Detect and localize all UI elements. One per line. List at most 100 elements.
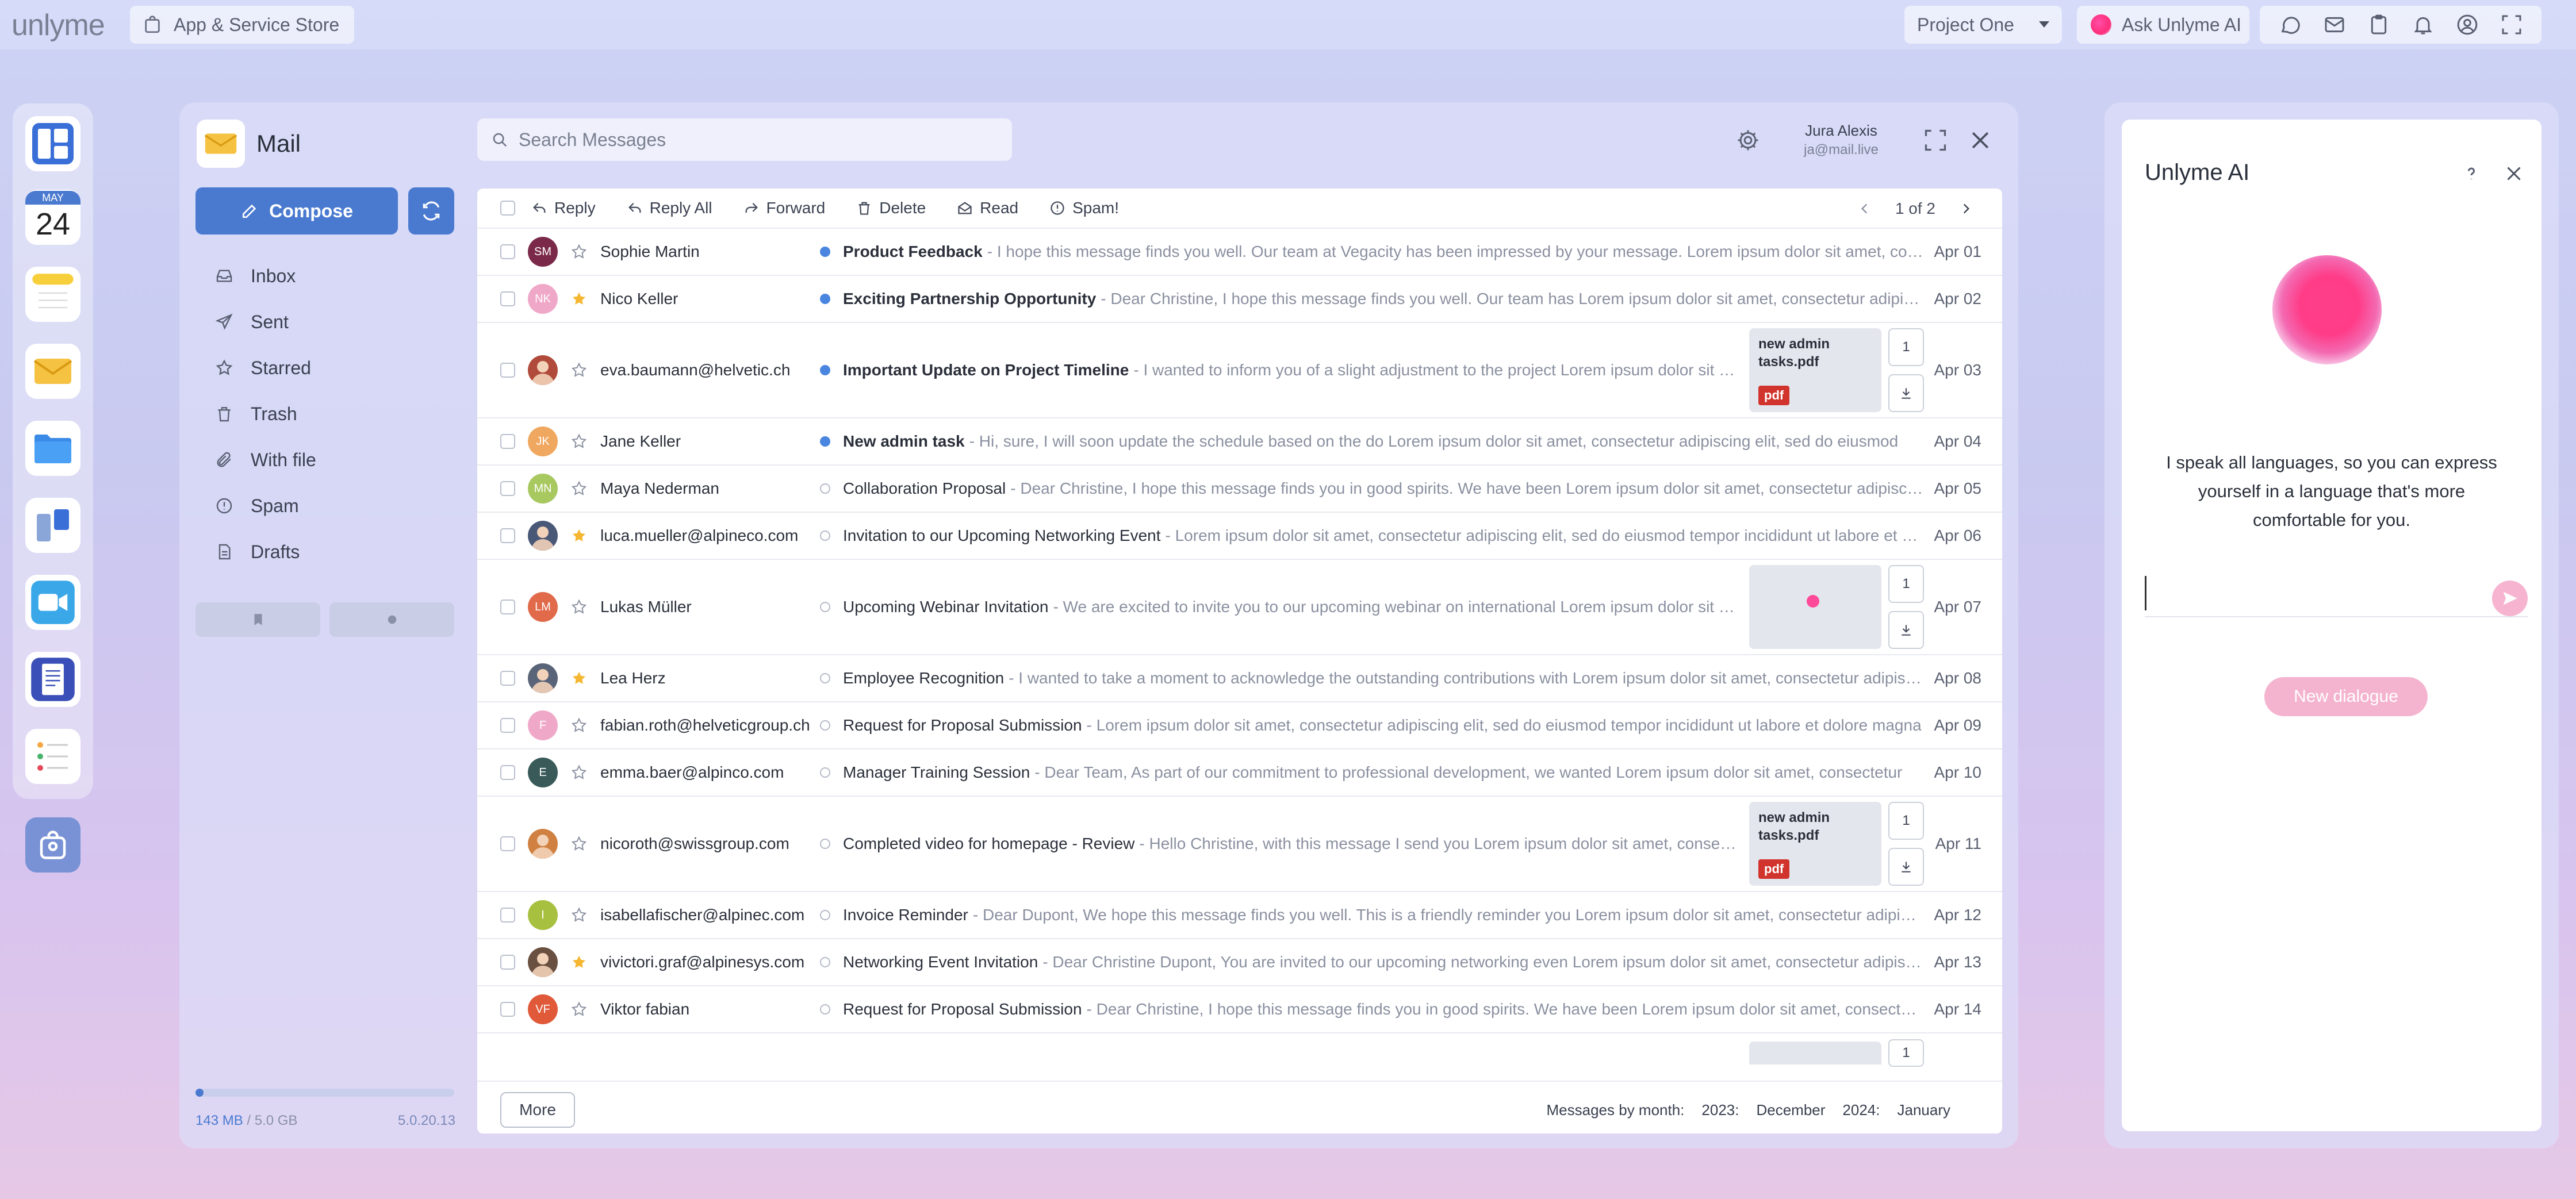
dashboard-app-icon[interactable] [25,116,80,171]
row-checkbox[interactable] [500,244,515,259]
folder-starred[interactable]: Starred [195,345,454,391]
message-row[interactable]: Eemma.baer@alpinco.com Manager Training S… [477,750,2002,797]
message-row[interactable]: JK Jane Keller New admin task - Hi, sure, … [477,418,2002,466]
user-profile-icon[interactable] [2452,10,2482,40]
message-row[interactable]: NK Nico Keller Exciting Partnership Opport… [477,276,2002,323]
unread-dot-icon[interactable] [820,294,830,304]
close-icon[interactable] [2504,163,2524,184]
star-outline-icon[interactable] [570,835,588,852]
read-dot-icon[interactable] [820,839,830,849]
help-icon[interactable] [2461,163,2482,184]
download-icon[interactable] [1888,611,1924,649]
message-row[interactable]: luca.mueller@alpineco.com Invitation to o… [477,513,2002,560]
star-outline-icon[interactable] [570,906,588,924]
folder-spam[interactable]: Spam [195,483,454,529]
folder-with-file[interactable]: With file [195,437,454,483]
tasks-app-icon[interactable] [25,729,80,784]
documents-app-icon[interactable] [25,652,80,707]
mail-icon[interactable] [2320,10,2349,40]
send-button[interactable] [2492,581,2528,616]
star-outline-icon[interactable] [570,433,588,450]
read-dot-icon[interactable] [820,1004,830,1014]
more-button[interactable]: More [500,1092,575,1128]
attachment-count[interactable]: 1 [1888,328,1924,366]
read-dot-icon[interactable] [820,531,830,541]
read-dot-icon[interactable] [820,957,830,967]
read-dot-icon[interactable] [820,720,830,731]
star-filled-icon[interactable] [570,954,588,971]
image-attachment[interactable] [1749,565,1881,649]
row-checkbox[interactable] [500,836,515,851]
month-2024-link[interactable]: January [1897,1101,1951,1119]
read-dot-icon[interactable] [820,673,830,683]
row-checkbox[interactable] [500,718,515,733]
row-checkbox[interactable] [500,765,515,780]
attachment-count[interactable]: 1 [1888,565,1924,603]
fullscreen-icon[interactable] [2497,10,2527,40]
star-outline-icon[interactable] [570,598,588,616]
star-outline-icon[interactable] [570,764,588,781]
bell-icon[interactable] [2408,10,2438,40]
unlyme-logo[interactable]: unlyme [12,8,105,43]
message-row[interactable]: Iisabellafischer@alpinec.com Invoice Remi… [477,892,2002,939]
dot-filter[interactable] [329,602,454,637]
delete-button[interactable]: Delete [856,199,926,217]
pdf-attachment[interactable]: new admin tasks.pdf pdf [1749,328,1881,412]
project-selector[interactable]: Project One [1904,6,2062,44]
message-row[interactable]: Lea Herz Employee Recognition - I wanted … [477,655,2002,702]
read-dot-icon[interactable] [820,910,830,920]
reply-all-button[interactable]: Reply All [627,199,712,217]
forward-button[interactable]: Forward [743,199,825,217]
message-row[interactable]: VF Viktor fabian Request for Proposal Subm… [477,986,2002,1033]
attachment-count[interactable]: 1 [1888,1039,1924,1067]
bookmark-filter[interactable] [195,602,320,637]
star-outline-icon[interactable] [570,362,588,379]
reply-button[interactable]: Reply [531,199,596,217]
calendar-app-icon[interactable]: MAY 24 [25,190,80,245]
row-checkbox[interactable] [500,481,515,496]
chat-icon[interactable] [2275,10,2305,40]
folder-trash[interactable]: Trash [195,391,454,437]
message-row[interactable]: eva.baumann@helvetic.ch Important Update … [477,323,2002,418]
message-row-partial[interactable]: 1 [477,1033,2002,1068]
message-row[interactable]: nicoroth@swissgroup.com Completed video f… [477,797,2002,892]
unread-dot-icon[interactable] [820,365,830,375]
pdf-attachment[interactable]: new admin tasks.pdf pdf [1749,802,1881,886]
row-checkbox[interactable] [500,955,515,970]
video-call-app-icon[interactable] [25,575,80,630]
row-checkbox[interactable] [500,291,515,306]
boards-app-icon[interactable] [25,498,80,553]
image-attachment[interactable] [1749,1042,1881,1065]
message-row[interactable]: Ffabian.roth@helveticgroup.ch Request for… [477,702,2002,750]
star-outline-icon[interactable] [570,1001,588,1018]
spam-button[interactable]: Spam! [1049,199,1119,217]
row-checkbox[interactable] [500,528,515,543]
user-info[interactable]: Jura Alexis ja@mail.live [1789,122,1893,158]
select-all-checkbox[interactable] [500,201,515,216]
download-icon[interactable] [1888,848,1924,886]
chevron-right-icon[interactable] [1958,201,1973,216]
store-bag-app-icon[interactable] [25,817,80,873]
mail-app-icon[interactable] [25,344,80,399]
notes-app-icon[interactable] [25,267,80,322]
settings-gear-icon[interactable] [1735,128,1761,153]
star-filled-icon[interactable] [570,670,588,687]
row-checkbox[interactable] [500,1002,515,1017]
month-2023-link[interactable]: December [1756,1101,1825,1119]
star-outline-icon[interactable] [570,717,588,734]
chevron-left-icon[interactable] [1857,201,1872,216]
app-store-button[interactable]: App & Service Store [130,6,354,44]
folder-inbox[interactable]: Inbox [195,253,454,299]
row-checkbox[interactable] [500,600,515,614]
new-dialogue-button[interactable]: New dialogue [2264,677,2428,716]
mark-read-button[interactable]: Read [957,199,1018,217]
star-outline-icon[interactable] [570,480,588,497]
refresh-button[interactable] [408,187,454,235]
row-checkbox[interactable] [500,908,515,923]
unread-dot-icon[interactable] [820,436,830,447]
message-row[interactable]: MN Maya Nederman Collaboration Proposal - … [477,466,2002,513]
expand-icon[interactable] [1923,128,1948,153]
download-icon[interactable] [1888,374,1924,412]
message-row[interactable]: LM Lukas Müller Upcoming Webinar Invitatio… [477,560,2002,655]
star-outline-icon[interactable] [570,243,588,260]
